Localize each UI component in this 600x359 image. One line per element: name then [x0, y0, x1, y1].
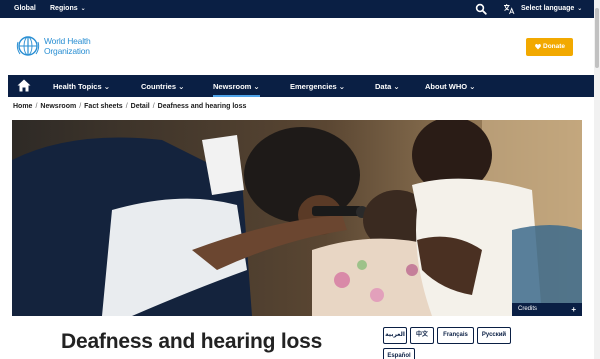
breadcrumb-separator: / [79, 103, 82, 110]
scrollbar-thumb[interactable] [595, 8, 599, 68]
select-language-label: Select language [521, 5, 575, 12]
heart-icon [535, 43, 541, 50]
lang-button-russian[interactable]: Русский [477, 327, 511, 344]
chevron-down-icon: ⌄ [577, 6, 583, 12]
plus-icon: + [571, 305, 576, 314]
breadcrumb-home[interactable]: Home [13, 103, 32, 110]
lang-button-spanish[interactable]: Español [383, 348, 415, 359]
nav-item-label: Data [375, 82, 392, 91]
breadcrumb-separator: / [152, 103, 155, 110]
nav-item-newsroom[interactable]: Newsroom ⌄ [213, 82, 260, 97]
hero-image [12, 120, 582, 316]
nav-item-label: Health Topics [53, 82, 102, 91]
credits-toggle[interactable]: Credits + [512, 303, 582, 316]
chevron-down-icon: ⌄ [176, 82, 185, 91]
main-nav: Health Topics ⌄ Countries ⌄ Newsroom ⌄ E… [8, 75, 594, 97]
nav-item-health-topics[interactable]: Health Topics ⌄ [53, 82, 110, 91]
nav-item-about-who[interactable]: About WHO ⌄ [425, 82, 475, 91]
nav-item-label: Countries [141, 82, 177, 91]
lang-button-arabic[interactable]: العربية [383, 327, 407, 344]
global-link[interactable]: Global [14, 5, 36, 12]
chevron-down-icon: ⌄ [80, 6, 86, 12]
credits-label: Credits [518, 306, 538, 312]
page-scrollbar[interactable] [594, 0, 600, 359]
chevron-down-icon: ⌄ [336, 82, 346, 91]
translate-icon[interactable] [503, 3, 515, 15]
lang-button-french[interactable]: Français [437, 327, 474, 344]
logo-wordmark: World Health Organization [44, 36, 91, 56]
nav-item-countries[interactable]: Countries ⌄ [141, 82, 184, 91]
breadcrumb-newsroom[interactable]: Newsroom [40, 103, 76, 110]
logo-line-1: World Health [44, 36, 91, 46]
breadcrumb-current: Deafness and hearing loss [157, 103, 247, 110]
who-logo[interactable]: World Health Organization [16, 34, 126, 58]
breadcrumb-detail[interactable]: Detail [131, 103, 150, 110]
page: Global Regions ⌄ Select language ⌄ World H… [0, 0, 600, 359]
breadcrumb-separator: / [125, 103, 128, 110]
breadcrumb-separator: / [35, 103, 38, 110]
regions-dropdown[interactable]: Regions ⌄ [50, 5, 86, 12]
nav-item-data[interactable]: Data ⌄ [375, 82, 400, 91]
donate-label: Donate [543, 43, 566, 50]
top-utility-bar: Global Regions ⌄ Select language ⌄ [0, 0, 594, 18]
breadcrumb-fact-sheets[interactable]: Fact sheets [84, 103, 123, 110]
home-icon[interactable] [17, 79, 31, 92]
lang-button-chinese[interactable]: 中文 [410, 327, 434, 344]
global-label: Global [14, 5, 36, 12]
breadcrumb: Home / Newsroom / Fact sheets / Detail / Deafnes… [13, 103, 246, 110]
select-language-dropdown[interactable]: Select language ⌄ [521, 5, 582, 12]
donate-button[interactable]: Donate [526, 38, 573, 56]
nav-item-label: Newsroom [213, 82, 252, 91]
search-icon[interactable] [475, 3, 487, 15]
regions-label: Regions [50, 5, 78, 12]
nav-item-label: About WHO [425, 82, 468, 91]
chevron-down-icon: ⌄ [251, 82, 260, 91]
logo-line-2: Organization [44, 46, 90, 56]
hero-photo [12, 120, 582, 316]
chevron-down-icon: ⌄ [467, 82, 476, 91]
who-emblem-icon [16, 36, 40, 56]
nav-item-label: Emergencies [290, 82, 337, 91]
chevron-down-icon: ⌄ [101, 82, 110, 91]
nav-item-emergencies[interactable]: Emergencies ⌄ [290, 82, 345, 91]
chevron-down-icon: ⌄ [391, 82, 400, 91]
page-title: Deafness and hearing loss [61, 330, 323, 353]
